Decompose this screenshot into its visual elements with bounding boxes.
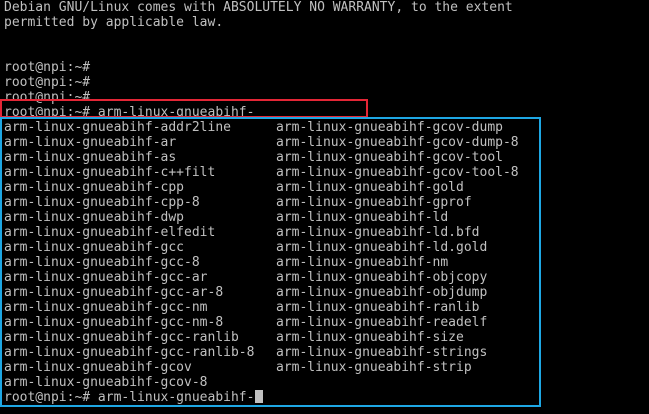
- completion-item: arm-linux-gnueabihf-readelf: [276, 315, 488, 330]
- completion-item: arm-linux-gnueabihf-gcov-8: [4, 375, 208, 390]
- completion-item: arm-linux-gnueabihf-gcov-dump: [276, 120, 503, 135]
- command-line: root@npi:~# arm-linux-gnueabihf-: [4, 105, 255, 120]
- final-prompt-line[interactable]: root@npi:~# arm-linux-gnueabihf-: [4, 390, 264, 405]
- final-prompt-text: root@npi:~# arm-linux-gnueabihf-: [4, 390, 255, 405]
- completion-item: arm-linux-gnueabihf-objcopy: [276, 270, 488, 285]
- completion-item: arm-linux-gnueabihf-gcov-tool: [276, 150, 503, 165]
- prompt-line: root@npi:~#: [4, 90, 91, 105]
- completion-item: arm-linux-gnueabihf-as: [4, 150, 177, 165]
- completion-item: arm-linux-gnueabihf-ld.gold: [276, 240, 488, 255]
- banner-line-1: Debian GNU/Linux comes with ABSOLUTELY N…: [4, 0, 513, 15]
- completion-item: arm-linux-gnueabihf-gcov: [4, 360, 192, 375]
- completion-item: arm-linux-gnueabihf-addr2line: [4, 120, 231, 135]
- completion-item: arm-linux-gnueabihf-gprof: [276, 195, 472, 210]
- completion-item: arm-linux-gnueabihf-size: [276, 330, 464, 345]
- completion-item: arm-linux-gnueabihf-ld.bfd: [276, 225, 480, 240]
- prompt-line: root@npi:~#: [4, 60, 91, 75]
- completion-item: arm-linux-gnueabihf-c++filt: [4, 165, 216, 180]
- completion-item: arm-linux-gnueabihf-gcc-ar-8: [4, 285, 224, 300]
- completion-item: arm-linux-gnueabihf-gcc-ranlib-8: [4, 345, 255, 360]
- completion-item: arm-linux-gnueabihf-ld: [276, 210, 449, 225]
- completion-item: arm-linux-gnueabihf-nm: [276, 255, 449, 270]
- completion-item: arm-linux-gnueabihf-cpp-8: [4, 195, 200, 210]
- completion-item: arm-linux-gnueabihf-dwp: [4, 210, 185, 225]
- completion-item: arm-linux-gnueabihf-elfedit: [4, 225, 216, 240]
- completion-item: arm-linux-gnueabihf-gcc: [4, 240, 185, 255]
- completion-item: arm-linux-gnueabihf-strip: [276, 360, 472, 375]
- completion-item: arm-linux-gnueabihf-gcov-tool-8: [276, 165, 519, 180]
- completion-item: arm-linux-gnueabihf-gcov-dump-8: [276, 135, 519, 150]
- terminal-window[interactable]: Debian GNU/Linux comes with ABSOLUTELY N…: [0, 0, 649, 414]
- completion-item: arm-linux-gnueabihf-objdump: [276, 285, 488, 300]
- completion-item: arm-linux-gnueabihf-gcc-ar: [4, 270, 208, 285]
- completion-item: arm-linux-gnueabihf-gcc-ranlib: [4, 330, 239, 345]
- prompt-line: root@npi:~#: [4, 75, 91, 90]
- completion-item: arm-linux-gnueabihf-cpp: [4, 180, 185, 195]
- banner-line-2: permitted by applicable law.: [4, 15, 224, 30]
- completion-item: arm-linux-gnueabihf-gcc-8: [4, 255, 200, 270]
- text-cursor: [255, 390, 264, 403]
- completion-item: arm-linux-gnueabihf-ranlib: [276, 300, 480, 315]
- completion-item: arm-linux-gnueabihf-gold: [276, 180, 464, 195]
- completion-item: arm-linux-gnueabihf-ar: [4, 135, 177, 150]
- completion-item: arm-linux-gnueabihf-strings: [276, 345, 488, 360]
- completion-item: arm-linux-gnueabihf-gcc-nm-8: [4, 315, 224, 330]
- completion-item: arm-linux-gnueabihf-gcc-nm: [4, 300, 208, 315]
